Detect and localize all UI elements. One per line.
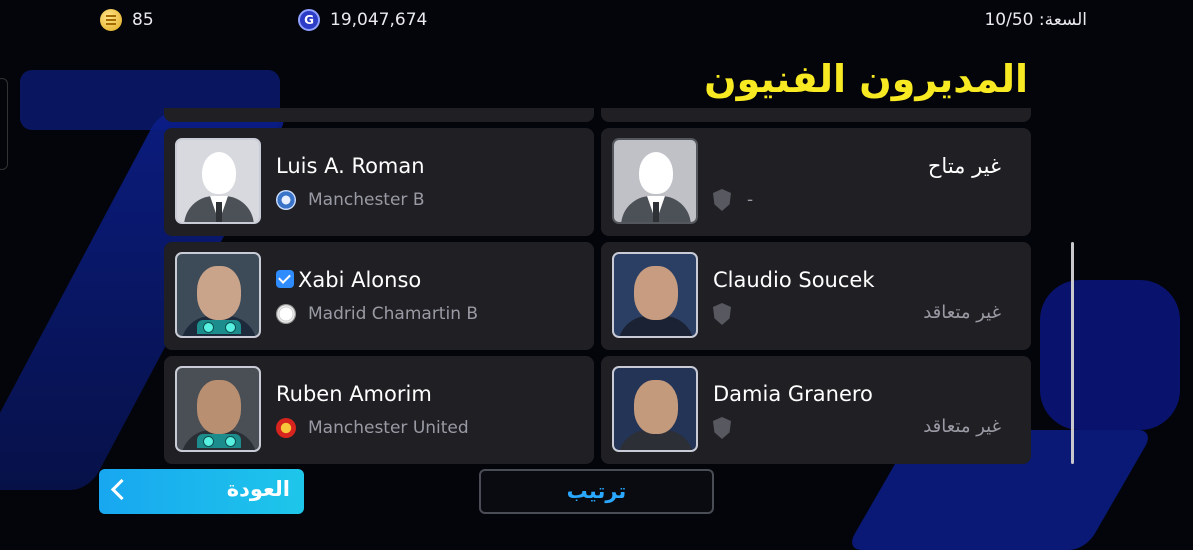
contract-status: غير متعاقد [923,302,1001,323]
club-name: Manchester United [308,418,469,438]
coins-display: 85 [100,8,154,32]
manager-card[interactable]: Xabi Alonso Madrid Chamartin B [164,242,594,350]
manager-silhouette [175,138,261,224]
club-name: Madrid Chamartin B [308,304,479,324]
manager-photo [612,366,698,452]
skill-badges [197,434,241,448]
capacity-label: السعة: 10/50 [984,10,1087,30]
manager-card[interactable]: Claudio Soucek غير متعاقد [601,242,1031,350]
manager-club: Madrid Chamartin B [276,302,478,326]
manager-card[interactable]: Luis A. Roman Manchester B [164,128,594,236]
manager-club: Manchester United [276,416,469,440]
manager-card[interactable]: غير متاح - [601,128,1031,236]
manager-name: Ruben Amorim [276,382,432,406]
manager-card-partial[interactable] [164,108,594,122]
gp-icon: G [298,9,320,31]
scrollbar[interactable] [1071,242,1074,464]
background-stripe [1040,280,1180,430]
shield-icon [713,417,731,439]
manager-name: Damia Granero [713,382,873,406]
page-title: المديرون الفنيون [704,57,1028,101]
club-name: - [747,190,754,210]
skill-badges [197,320,241,334]
manager-card-partial[interactable] [601,108,1031,122]
manager-name: Xabi Alonso [276,268,421,292]
club-name: Manchester B [308,190,425,210]
club-crest-icon [276,304,296,324]
gp-display: G 19,047,674 [298,8,427,32]
manager-card[interactable]: Ruben Amorim Manchester United [164,356,594,464]
shield-icon [713,303,731,325]
shield-icon [713,189,731,211]
manager-club: Manchester B [276,188,424,212]
club-crest-icon [276,190,296,210]
manager-silhouette [612,138,698,224]
manager-name: Claudio Soucek [713,268,875,292]
coins-value: 85 [132,10,154,30]
chevron-left-icon [110,478,133,501]
manager-name: غير متاح [927,154,1001,178]
manager-photo [175,252,261,338]
gp-value: 19,047,674 [330,10,428,30]
verified-icon [276,270,294,288]
efootball-coin-icon [100,9,122,31]
back-button[interactable]: العودة [99,469,304,514]
manager-photo [175,366,261,452]
side-handle [0,78,8,170]
sort-button[interactable]: ترتيب [479,469,714,514]
manager-club [713,416,747,440]
contract-status: غير متعاقد [923,416,1001,437]
manager-card[interactable]: Damia Granero غير متعاقد [601,356,1031,464]
sort-button-label: ترتيب [566,479,627,503]
manager-club: - [713,188,753,212]
back-button-label: العودة [226,477,290,501]
manager-name: Luis A. Roman [276,154,425,178]
manager-photo [612,252,698,338]
club-crest-icon [276,418,296,438]
